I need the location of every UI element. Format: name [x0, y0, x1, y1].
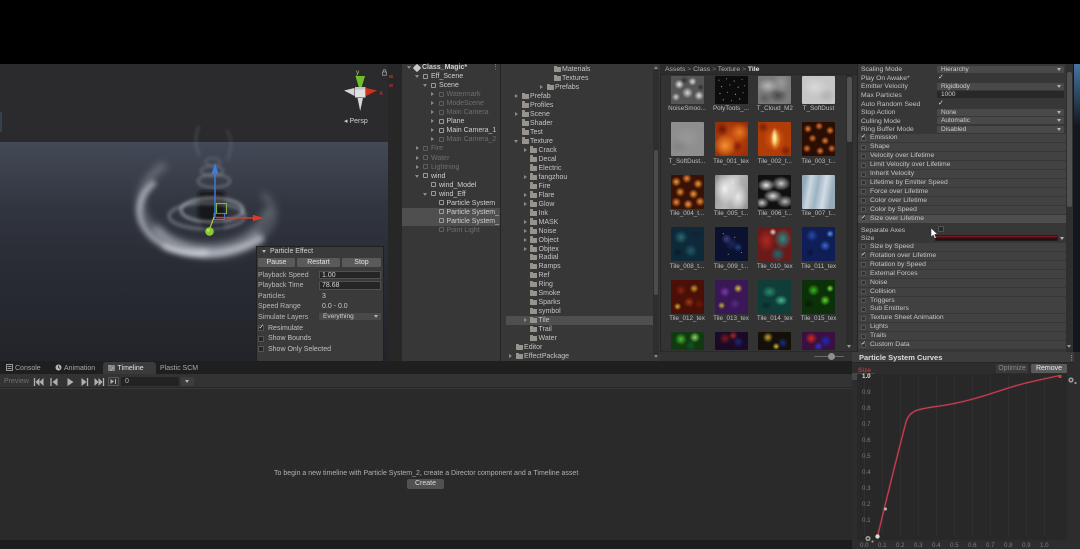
svg-text:y: y [356, 69, 360, 76]
svg-text:x: x [380, 90, 384, 97]
